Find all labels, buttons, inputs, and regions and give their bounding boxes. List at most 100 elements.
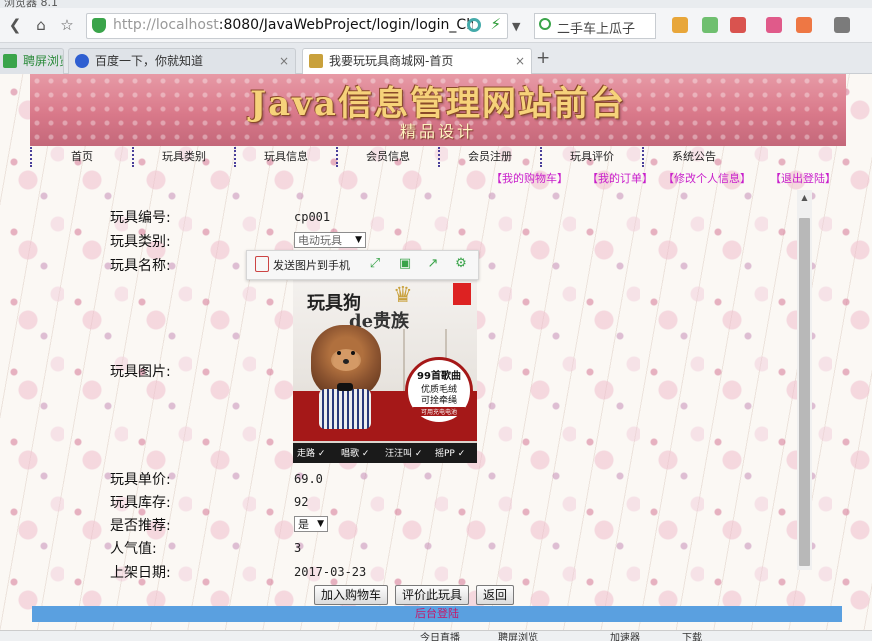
value-toy-price: 69.0 [294, 472, 323, 486]
badge-line: 可拴牵绳 [420, 396, 457, 406]
url-input[interactable]: http://localhost:8080/JavaWebProject/log… [86, 13, 508, 39]
recommend-select[interactable]: 是 ▼ [294, 516, 328, 532]
tab-label: 我要玩玩具商城网-首页 [329, 54, 454, 68]
apps-icon[interactable] [672, 17, 688, 33]
brand-tag-icon [453, 283, 471, 305]
scrollbar-thumb[interactable] [799, 218, 810, 566]
nav-toy-category[interactable]: 玩具类别 [132, 147, 234, 167]
search-engine-icon [539, 18, 551, 30]
category-select[interactable]: 电动玩具 ▼ [294, 232, 366, 248]
url-host: http://localhost [113, 17, 219, 33]
url-dropdown-icon[interactable]: ▼ [512, 20, 520, 33]
feature-strip: 走路 ✓ 唱歌 ✓ 汪汪叫 ✓ 摇PP ✓ [293, 443, 477, 463]
menu-icon[interactable] [834, 17, 850, 33]
scroll-up-icon[interactable]: ▲ [797, 190, 812, 205]
status-split-screen[interactable]: 聘屏浏览 [498, 631, 538, 641]
back-icon[interactable]: ❮ [4, 14, 26, 36]
image-hover-toolbar: 发送图片到手机 ⤢ ▣ ↗ ⚙ [246, 250, 479, 280]
send-image-to-phone-button[interactable]: 发送图片到手机 [255, 256, 350, 273]
edit-profile-link[interactable]: 【修改个人信息】 [663, 170, 751, 186]
label-recommend: 是否推荐: [110, 518, 171, 534]
home-icon[interactable]: ⌂ [30, 14, 52, 36]
tab-toy-store[interactable]: 我要玩玩具商城网-首页 × [302, 48, 532, 75]
nav-toy-info[interactable]: 玩具信息 [234, 147, 336, 167]
security-shield-icon [92, 18, 106, 33]
phone-icon [255, 256, 269, 272]
toy-product-image: 玩具狗 de贵族 ♛ 99首歌曲 优质毛绒 可拴牵绳 可用充电电池 走路 ✓ 唱… [293, 279, 477, 463]
baidu-paw-icon [75, 54, 89, 68]
nav-member-info[interactable]: 会员信息 [336, 147, 438, 167]
my-cart-link[interactable]: 【我的购物车】 [491, 170, 568, 186]
nav-announcement[interactable]: 系统公告 [642, 147, 744, 167]
tab-baidu[interactable]: 百度一下，你就知道 × [68, 48, 296, 74]
tab-label: 百度一下，你就知道 [95, 54, 204, 68]
compat-mode-icon[interactable] [467, 18, 481, 32]
striped-shirt [319, 389, 371, 429]
speed-mode-icon[interactable]: ⚡ [490, 15, 501, 33]
chevron-down-icon: ▼ [355, 235, 362, 245]
tab-label: 聘屏浏览 [23, 54, 63, 68]
value-toy-stock: 92 [294, 495, 309, 509]
gear-icon[interactable]: ⚙ [453, 256, 469, 272]
nav-member-register[interactable]: 会员注册 [438, 147, 540, 167]
my-orders-link[interactable]: 【我的订单】 [587, 170, 653, 186]
vertical-scrollbar[interactable]: ▲ [797, 190, 812, 570]
admin-login-link[interactable]: 后台登陆 [415, 607, 459, 620]
window-title: 浏览器 8.1 [4, 0, 58, 8]
value-toy-code: cp001 [294, 210, 331, 224]
feature-item: 汪汪叫 ✓ [385, 449, 423, 459]
feature-item: 走路 ✓ [297, 449, 326, 459]
ad-icon[interactable] [796, 17, 812, 33]
label-toy-code: 玩具编号: [110, 210, 171, 226]
label-toy-category: 玩具类别: [110, 234, 171, 250]
review-toy-button[interactable]: 评价此玩具 [395, 585, 470, 605]
feature-badge: 99首歌曲 优质毛绒 可拴牵绳 可用充电电池 [405, 357, 473, 425]
close-tab-icon[interactable]: × [515, 49, 525, 73]
tab-bar: 聘屏浏览 百度一下，你就知道 × 我要玩玩具商城网-首页 × [0, 43, 872, 75]
mail-icon[interactable] [730, 17, 746, 33]
dog-eye [351, 351, 355, 355]
expand-icon[interactable]: ⤢ [367, 256, 383, 272]
site-banner: Java信息管理网站前台 精品设计 [30, 74, 846, 146]
dog-eye [337, 351, 341, 355]
value-listing-date: 2017-03-23 [294, 565, 367, 579]
share-icon[interactable]: ↗ [425, 256, 441, 272]
pinned-tab-icon [3, 54, 17, 68]
save-icon[interactable]: ▣ [397, 256, 413, 272]
add-to-cart-button[interactable]: 加入购物车 [314, 585, 389, 605]
status-download[interactable]: 下载 [682, 631, 702, 641]
new-tab-button[interactable]: + [536, 48, 550, 68]
user-subnav: 【我的购物车】 【我的订单】 【修改个人信息】 【退出登陆】 [0, 170, 872, 186]
logout-link[interactable]: 【退出登陆】 [770, 170, 836, 186]
label-toy-name: 玩具名称: [110, 258, 171, 274]
search-input[interactable]: 二手车上瓜子 [534, 13, 656, 39]
status-accelerator[interactable]: 加速器 [610, 631, 640, 641]
adblock-icon[interactable] [766, 17, 782, 33]
feature-item: 摇PP ✓ [435, 449, 466, 459]
badge-line: 99首歌曲 [417, 371, 461, 382]
star-icon[interactable]: ☆ [56, 14, 78, 36]
nav-home[interactable]: 首页 [30, 147, 132, 167]
status-live[interactable]: 今日直播 [420, 631, 460, 641]
category-select-value: 电动玩具 [298, 234, 342, 247]
close-tab-icon[interactable]: × [279, 49, 289, 73]
send-image-label: 发送图片到手机 [273, 259, 350, 272]
footer-bar: 后台登陆 [32, 606, 842, 622]
extension-icon[interactable] [702, 17, 718, 33]
tab-pinned[interactable]: 聘屏浏览 [0, 48, 64, 74]
label-toy-image: 玩具图片: [110, 364, 171, 380]
back-button[interactable]: 返回 [476, 585, 515, 605]
value-popularity: 3 [294, 541, 302, 555]
label-popularity: 人气值: [110, 541, 157, 557]
browser-status-bar: 今日直播 聘屏浏览 加速器 下载 [0, 630, 872, 641]
address-bar: ❮ ⌂ ☆ http://localhost:8080/JavaWebProje… [0, 8, 872, 43]
badge-line: 可用充电电池 [412, 407, 466, 416]
search-text: 二手车上瓜子 [557, 22, 636, 37]
dog-nose [343, 359, 349, 364]
label-toy-price: 玩具单价: [110, 472, 171, 488]
label-listing-date: 上架日期: [110, 565, 171, 581]
main-nav: 首页 玩具类别 玩具信息 会员信息 会员注册 玩具评价 系统公告 [30, 147, 846, 167]
chevron-down-icon: ▼ [317, 519, 324, 529]
banner-subtitle: 精品设计 [399, 122, 476, 141]
nav-toy-review[interactable]: 玩具评价 [540, 147, 642, 167]
